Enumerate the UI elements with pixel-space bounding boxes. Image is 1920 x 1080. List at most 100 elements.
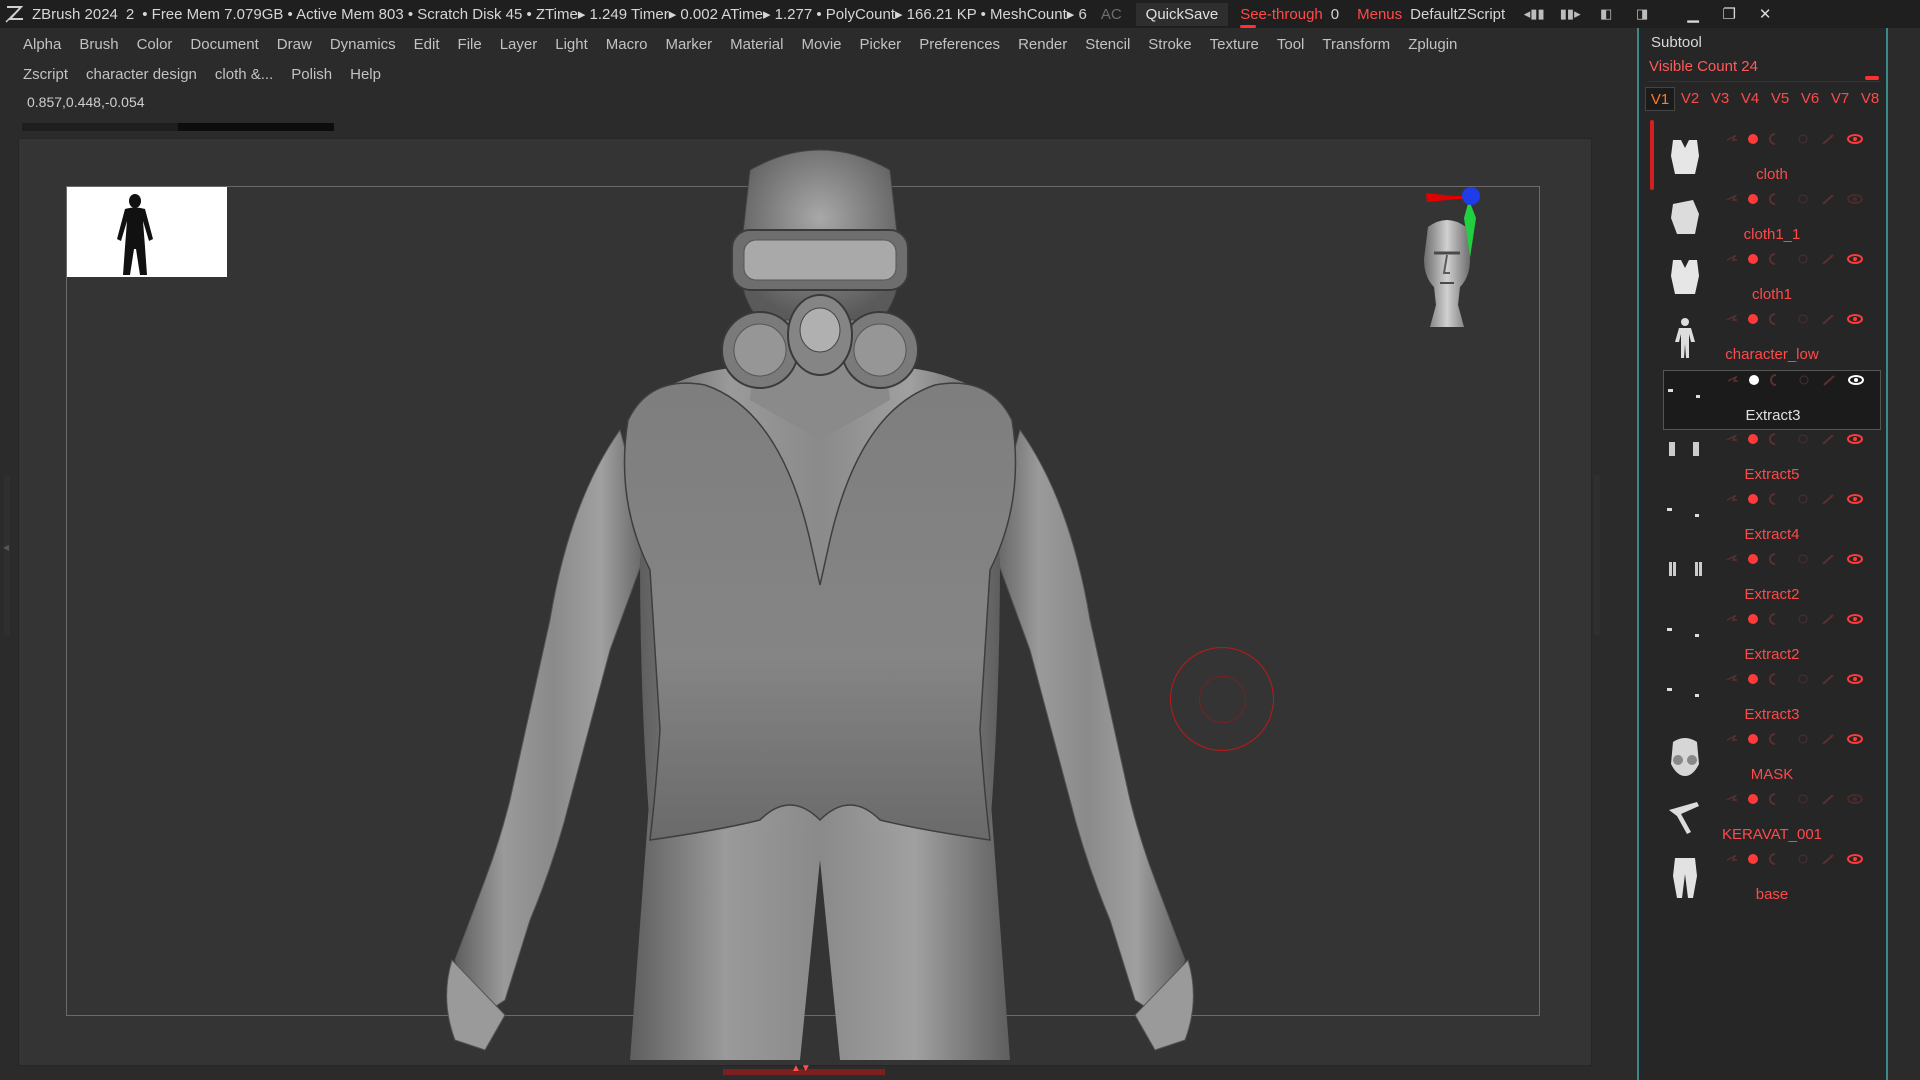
menu-zplugin[interactable]: Zplugin	[1399, 32, 1466, 58]
subtool-panel: Subtool Visible Count 24 V1 V2 V3 V4 V5 V6 V7 V…	[1637, 28, 1888, 1080]
subtool-name: Extract2	[1744, 586, 1800, 603]
see-through-slider[interactable]: See-through	[1240, 6, 1323, 28]
subtool-item[interactable]: Extract3	[1663, 670, 1881, 730]
polyframe-toggle-icon	[1748, 674, 1758, 684]
app-name: ZBrush 2024	[32, 5, 118, 23]
tab-v2[interactable]: V2	[1675, 87, 1705, 111]
tray-right-icon[interactable]: ◨	[1629, 5, 1655, 23]
minimize-icon[interactable]: ▁	[1675, 5, 1711, 23]
bottom-tray-handle[interactable]: ▲▼	[723, 1063, 885, 1075]
menu-light[interactable]: Light	[546, 32, 597, 58]
right-tray-handle[interactable]	[1594, 475, 1600, 635]
menu-render[interactable]: Render	[1009, 32, 1076, 58]
tab-v7[interactable]: V7	[1825, 87, 1855, 111]
brush-lock-icon	[1822, 554, 1834, 565]
menu-material[interactable]: Material	[721, 32, 792, 58]
menu-transform[interactable]: Transform	[1313, 32, 1399, 58]
polyframe-toggle-icon	[1748, 494, 1758, 504]
menu-help[interactable]: Help	[341, 62, 390, 88]
subtool-item[interactable]: cloth1	[1663, 250, 1881, 310]
menu-preferences[interactable]: Preferences	[910, 32, 1009, 58]
menu-movie[interactable]: Movie	[792, 32, 850, 58]
subtool-item[interactable]: Extract2	[1663, 610, 1881, 670]
brush-lock-icon	[1822, 194, 1834, 205]
window-controls: ▁ ❐ ✕	[1675, 5, 1783, 23]
memory-stats: • Free Mem 7.079GB • Active Mem 803 • Sc…	[142, 6, 1087, 23]
tray-left-icon[interactable]: ◧	[1593, 5, 1619, 23]
tab-v4[interactable]: V4	[1735, 87, 1765, 111]
menu-cloth[interactable]: cloth &...	[206, 62, 282, 88]
subtool-item[interactable]: Extract5	[1663, 430, 1881, 490]
subtool-item[interactable]: cloth1_1	[1663, 190, 1881, 250]
subtool-item[interactable]: Extract4	[1663, 490, 1881, 550]
tab-v6[interactable]: V6	[1795, 87, 1825, 111]
menu-document[interactable]: Document	[181, 32, 267, 58]
navigator-thumbnail[interactable]	[67, 187, 227, 277]
sculpt-model[interactable]	[360, 140, 1280, 1060]
subtool-item[interactable]: cloth	[1663, 130, 1881, 190]
ui-expand-icon[interactable]: ▮▮▸	[1557, 5, 1583, 23]
menu-polish[interactable]: Polish	[282, 62, 341, 88]
doc-number: 2	[125, 5, 135, 23]
solo-icon	[1769, 853, 1776, 865]
subtool-item[interactable]: KERAVAT_001	[1663, 790, 1881, 850]
close-icon[interactable]: ✕	[1747, 5, 1783, 23]
subtool-item[interactable]: MASK	[1663, 730, 1881, 790]
left-tray-handle[interactable]	[4, 475, 10, 635]
subtool-header[interactable]: Subtool	[1651, 34, 1702, 51]
menu-macro[interactable]: Macro	[597, 32, 657, 58]
brush-lock-icon	[1822, 254, 1834, 265]
subtool-controls	[1725, 492, 1875, 506]
menu-character-design[interactable]: character design	[77, 62, 206, 88]
subtool-controls	[1725, 312, 1875, 326]
visible-count[interactable]: Visible Count 24	[1649, 58, 1758, 75]
menu-alpha[interactable]: Alpha	[14, 32, 70, 58]
menu-dynamics[interactable]: Dynamics	[321, 32, 405, 58]
menu-marker[interactable]: Marker	[656, 32, 721, 58]
subtool-name: KERAVAT_001	[1721, 826, 1823, 843]
bottom-tray-arrow-icon[interactable]: ▲▼	[791, 1063, 811, 1074]
brush-lock-icon	[1823, 375, 1835, 386]
dynamic-icon	[1798, 254, 1808, 264]
ac-label[interactable]: AC	[1101, 6, 1122, 23]
polyframe-toggle-icon	[1748, 194, 1758, 204]
polyframe-toggle-icon	[1748, 314, 1758, 324]
subtool-item[interactable]: Extract2	[1663, 550, 1881, 610]
menu-tool[interactable]: Tool	[1268, 32, 1314, 58]
menu-brush[interactable]: Brush	[70, 32, 127, 58]
see-through-value: 0	[1330, 5, 1340, 23]
polyframe-toggle-icon	[1748, 854, 1758, 864]
default-zscript-button[interactable]: DefaultZScript	[1410, 6, 1505, 23]
menu-stroke[interactable]: Stroke	[1139, 32, 1200, 58]
brush-lock-icon	[1822, 134, 1834, 145]
zbrush-logo-icon	[5, 6, 24, 23]
menu-file[interactable]: File	[449, 32, 491, 58]
tab-v3[interactable]: V3	[1705, 87, 1735, 111]
restore-icon[interactable]: ❐	[1711, 5, 1747, 23]
subtool-controls	[1726, 373, 1876, 387]
tab-v8[interactable]: V8	[1855, 87, 1885, 111]
tab-v5[interactable]: V5	[1765, 87, 1795, 111]
polyframe-toggle-icon	[1748, 254, 1758, 264]
left-tray-arrow-icon[interactable]: ◂	[3, 540, 9, 554]
menu-layer[interactable]: Layer	[491, 32, 547, 58]
menu-color[interactable]: Color	[128, 32, 182, 58]
menu-edit[interactable]: Edit	[405, 32, 449, 58]
subtool-name: character_low	[1725, 346, 1819, 363]
menu-stencil[interactable]: Stencil	[1076, 32, 1139, 58]
menus-toggle[interactable]: Menus	[1357, 6, 1402, 23]
menu-draw[interactable]: Draw	[268, 32, 321, 58]
visible-count-slider[interactable]	[1865, 76, 1879, 80]
menu-texture[interactable]: Texture	[1201, 32, 1268, 58]
subtool-item[interactable]: character_low	[1663, 310, 1881, 370]
menu-zscript[interactable]: Zscript	[14, 62, 77, 88]
quicksave-button[interactable]: QuickSave	[1135, 2, 1229, 26]
brush-lock-icon	[1822, 314, 1834, 325]
subtool-item[interactable]: Extract3	[1663, 370, 1881, 430]
subtool-scrollbar[interactable]	[1650, 120, 1654, 190]
ui-shrink-icon[interactable]: ◂▮▮	[1521, 5, 1547, 23]
navigation-head-icon[interactable]	[1414, 215, 1480, 339]
menu-picker[interactable]: Picker	[851, 32, 911, 58]
subtool-item[interactable]: base	[1663, 850, 1881, 910]
tab-v1[interactable]: V1	[1645, 87, 1675, 111]
